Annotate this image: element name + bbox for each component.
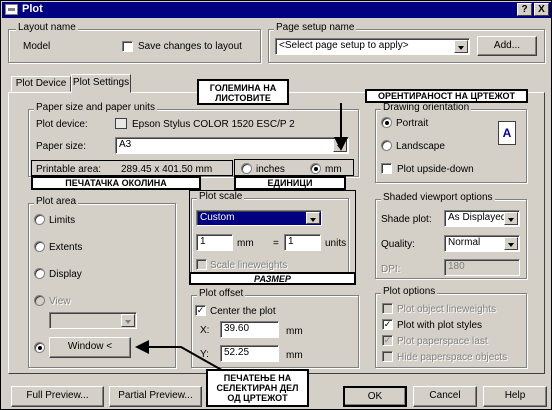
window-callout: ПЕЧАТЕЊЕ НА СЕЛЕКТИРАН ДЕЛ ОД ЦРТЕЖОТ	[206, 369, 309, 407]
orientation-callout: ОРЕНТИРАНОСТ НА ЦРТЕЖОТ	[365, 89, 528, 103]
paper-size-callout: ГОЛЕМИНА НА ЛИСТОВИТЕ	[197, 79, 289, 105]
units-callout: ЕДИНИЦИ	[234, 176, 346, 190]
plot-dialog: Plot ? X Layout name Model Save changes …	[0, 0, 552, 410]
printable-area-callout: ПЕЧАТАЧКА ОКОЛИНА	[31, 176, 201, 190]
tab-plot-settings[interactable]: Plot Settings	[71, 74, 131, 93]
scale-callout: РАЗМЕР	[189, 272, 356, 285]
callout-arrows	[135, 103, 348, 374]
